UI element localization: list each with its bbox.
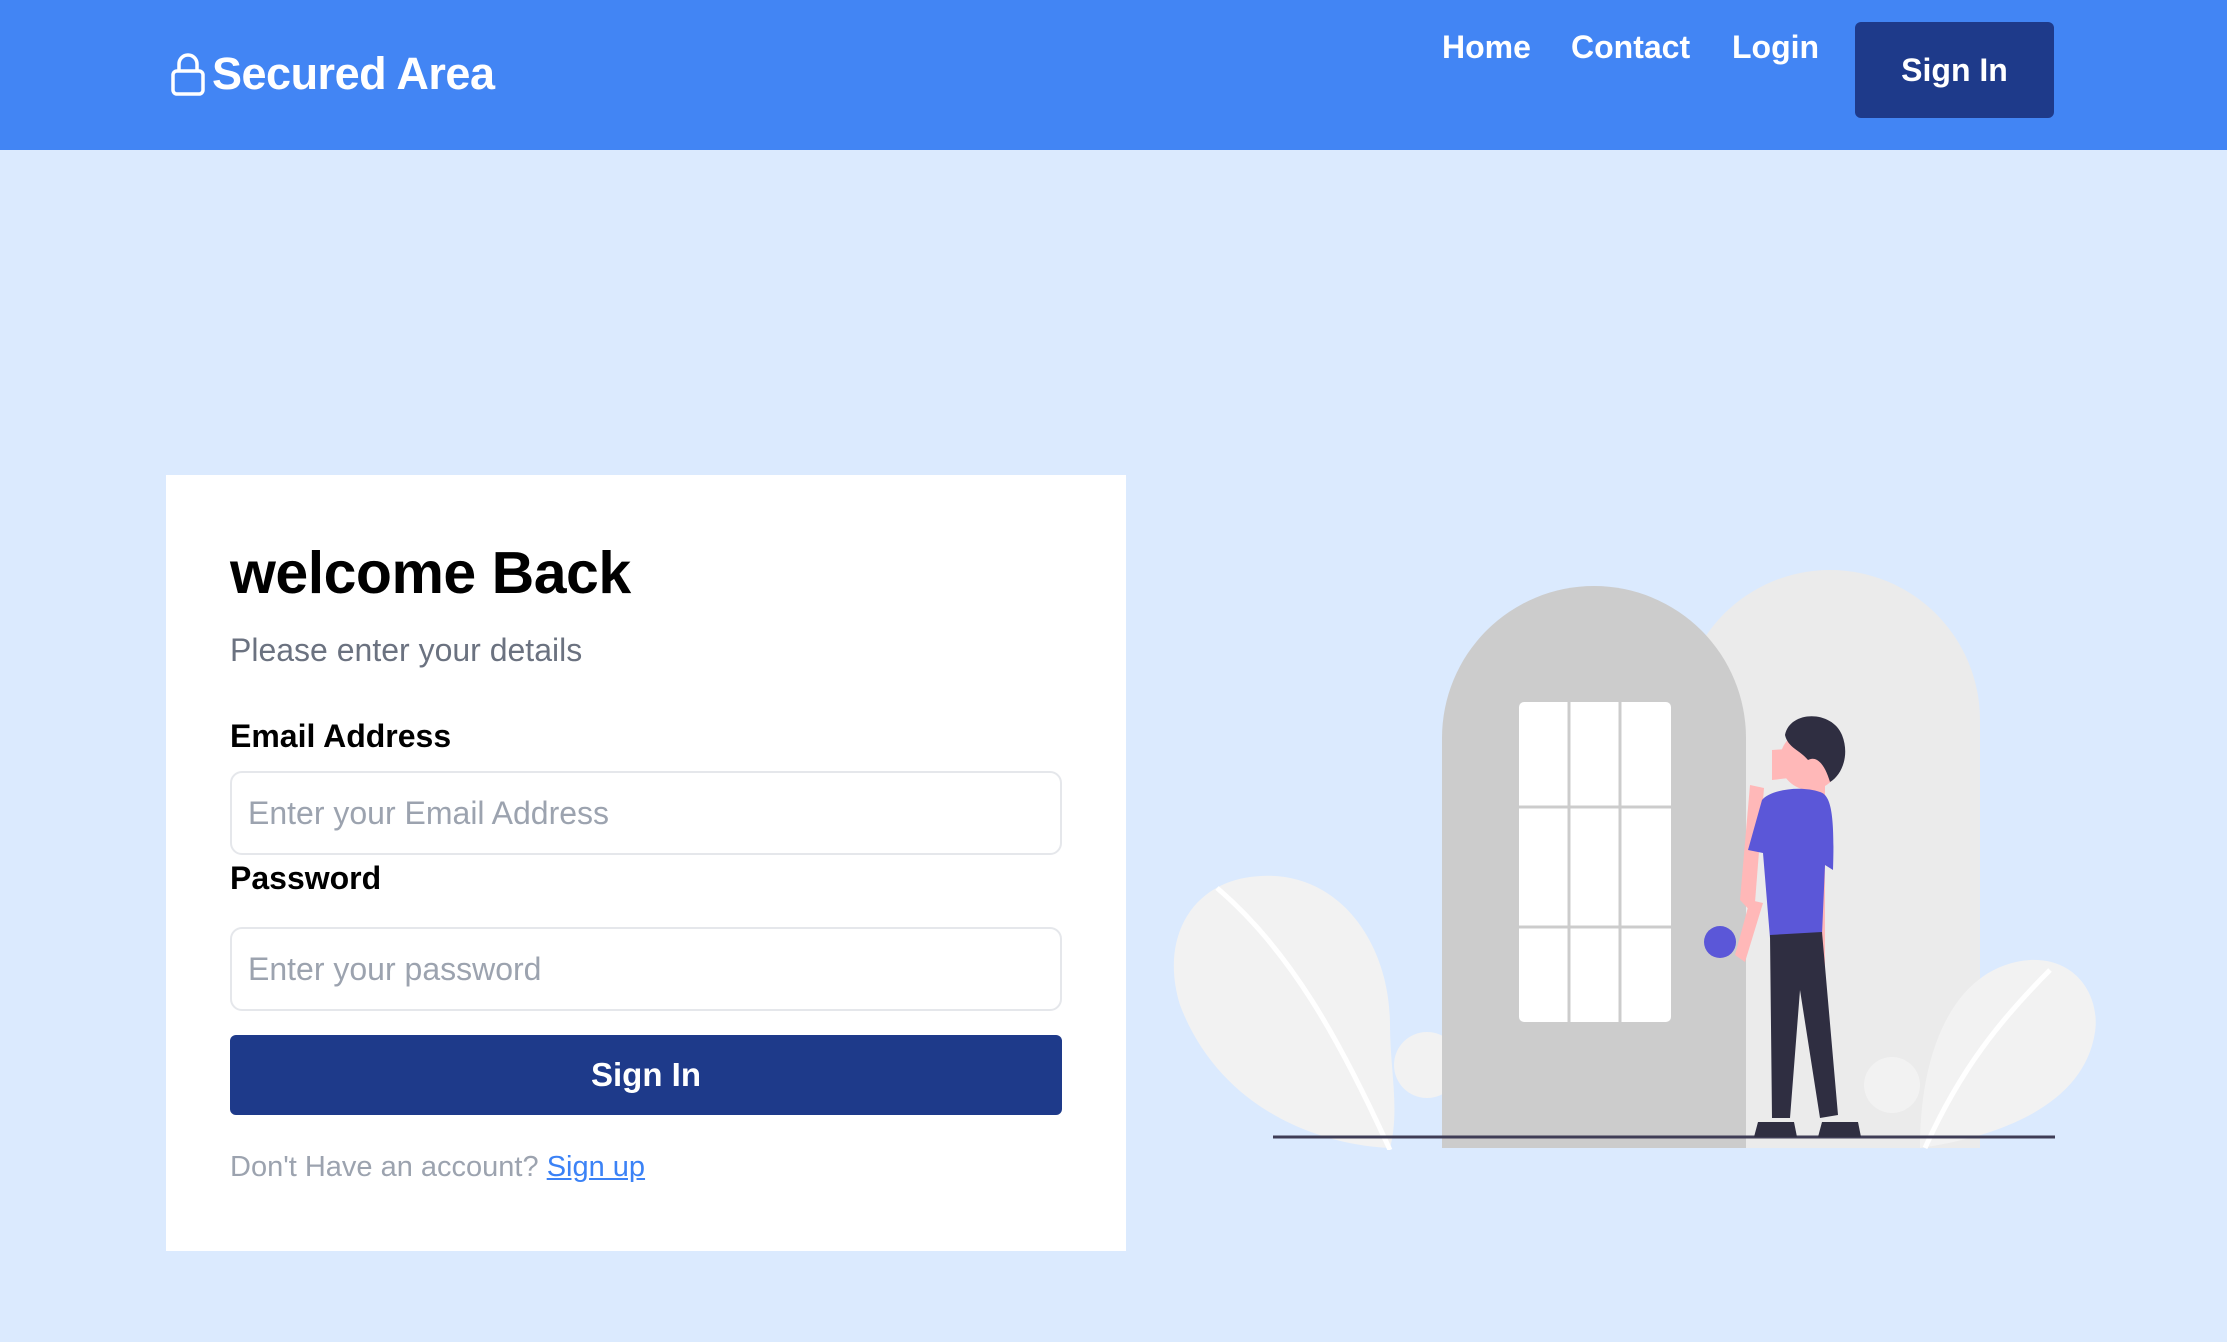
header-sign-in-button[interactable]: Sign In	[1855, 22, 2054, 118]
password-input[interactable]	[230, 927, 1062, 1011]
sign-in-submit-button[interactable]: Sign In	[230, 1035, 1062, 1115]
brand-link[interactable]: Secured Area	[170, 44, 495, 104]
nav-home-link[interactable]: Home	[1442, 22, 1531, 72]
nav-login-link[interactable]: Login	[1732, 22, 1819, 72]
signup-prompt-text: Don't Have an account?	[230, 1151, 539, 1183]
password-label: Password	[230, 860, 382, 896]
login-card: welcome Back Please enter your details E…	[166, 475, 1126, 1251]
email-input[interactable]	[230, 771, 1062, 855]
email-label: Email Address	[230, 718, 452, 754]
nav-contact-link[interactable]: Contact	[1571, 22, 1690, 72]
signup-prompt: Don't Have an account? Sign up	[230, 1151, 645, 1184]
lock-icon	[171, 53, 205, 96]
navbar: Secured Area Home Contact Login Sign In	[0, 0, 2227, 150]
login-subtitle: Please enter your details	[230, 632, 583, 668]
sign-up-link[interactable]: Sign up	[547, 1151, 645, 1183]
person-at-door-illustration	[1173, 570, 2096, 1150]
brand-title: Secured Area	[212, 48, 495, 99]
login-title: welcome Back	[230, 540, 631, 606]
